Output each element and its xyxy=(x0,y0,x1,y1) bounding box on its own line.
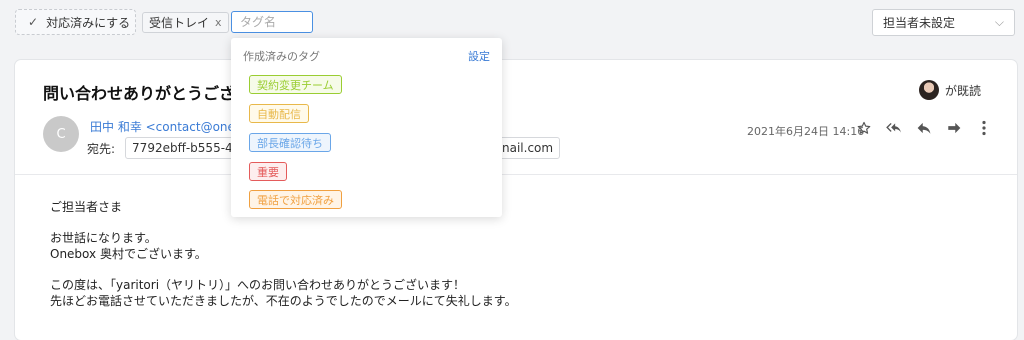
mail-subject: 問い合わせありがとうござい xyxy=(43,84,252,103)
check-icon: ✓ xyxy=(28,15,39,29)
reply-icon[interactable] xyxy=(916,120,932,136)
mail-card: 問い合わせありがとうござい が既読 C 田中 和幸 <contact@onebo… xyxy=(15,60,1017,340)
tag-name-input[interactable] xyxy=(231,11,313,33)
tag-option[interactable]: 重要 xyxy=(249,162,287,181)
assignee-select[interactable]: 担当者未設定 ⌵ xyxy=(872,9,1015,36)
header-divider xyxy=(15,174,1017,175)
tag-chip-inbox: 受信トレイ x xyxy=(142,12,229,33)
tag-chip-label: 受信トレイ xyxy=(149,16,210,30)
body-line: お世話になります。 xyxy=(50,231,157,245)
reply-all-icon[interactable] xyxy=(886,120,902,136)
dropdown-title: 作成済みのタグ xyxy=(243,50,320,63)
forward-icon[interactable] xyxy=(946,120,962,136)
tag-option[interactable]: 自動配信 xyxy=(249,104,309,123)
toolbar: ✓ 対応済みにする 受信トレイ x 担当者未設定 ⌵ xyxy=(0,0,1024,44)
dropdown-header: 作成済みのタグ 設定 xyxy=(243,48,490,64)
tag-option[interactable]: 契約変更チーム xyxy=(249,75,342,94)
chevron-down-icon: ⌵ xyxy=(994,15,1004,29)
recipient-row: 宛先: 7792ebff-b555-499 xyxy=(87,137,255,159)
tag-settings-link[interactable]: 設定 xyxy=(468,48,490,64)
read-status: が既読 xyxy=(918,80,981,100)
assignee-value: 担当者未設定 xyxy=(883,16,956,30)
body-line: この度は、「yaritori（ヤリトリ）」へのお問い合わせありがとうございます！ xyxy=(50,278,466,292)
read-by-label: が既読 xyxy=(944,83,981,98)
star-icon[interactable] xyxy=(856,120,872,136)
mark-done-button[interactable]: ✓ 対応済みにする xyxy=(15,9,136,35)
tag-option[interactable]: 電話で対応済み xyxy=(249,190,342,209)
to-label: 宛先: xyxy=(87,141,116,156)
body-line: 先ほどお電話させていただきましたが、不在のようでしたのでメールにて失礼します。 xyxy=(50,294,517,308)
tag-dropdown: 作成済みのタグ 設定 契約変更チーム 自動配信 部長確認待ち 重要 電話で対応済… xyxy=(231,38,502,217)
mail-actions xyxy=(856,120,992,136)
body-line: Onebox 奥村でございます。 xyxy=(50,247,207,261)
tag-option[interactable]: 部長確認待ち xyxy=(249,133,331,152)
reader-avatar xyxy=(918,80,939,100)
sender-avatar: C xyxy=(43,116,79,152)
recipient-chip-tail[interactable]: nail.com xyxy=(495,137,561,159)
mark-done-label: 対応済みにする xyxy=(46,15,131,30)
mail-date: 2021年6月24日 14:16 xyxy=(747,125,865,138)
remove-tag-icon[interactable]: x xyxy=(215,16,222,29)
more-vertical-icon[interactable] xyxy=(976,120,992,136)
